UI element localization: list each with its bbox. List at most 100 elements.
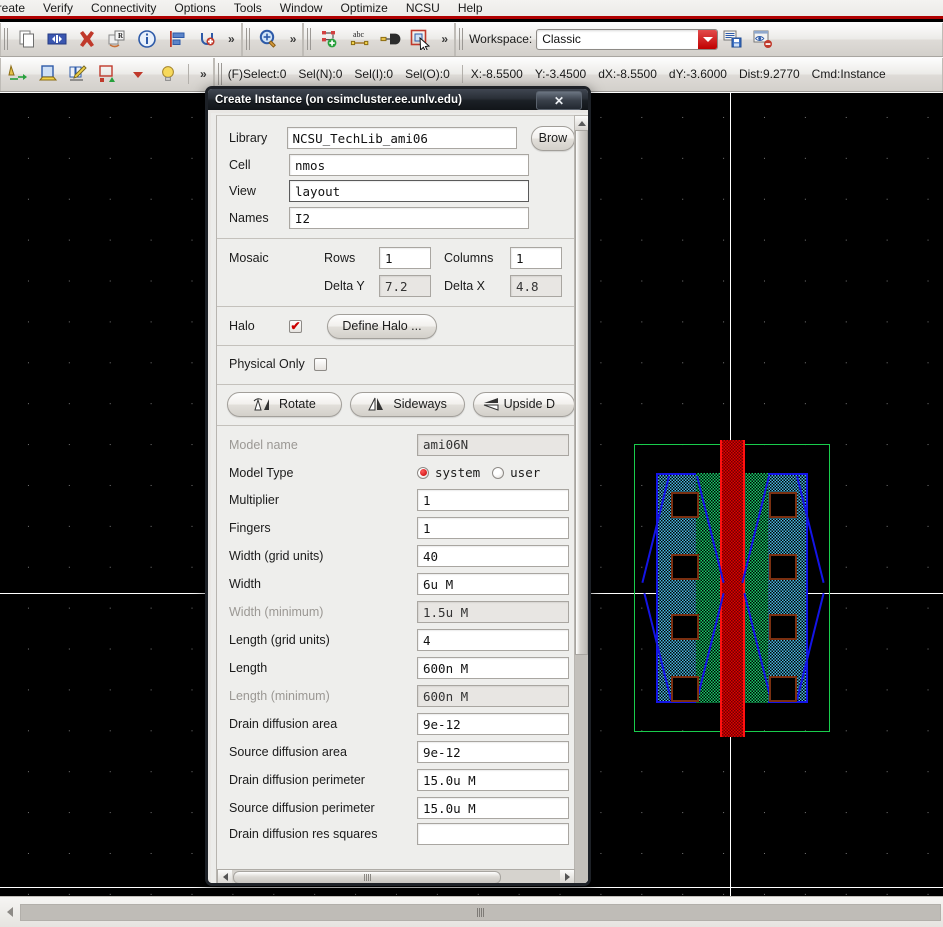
canvas-scroll-thumb[interactable] (20, 903, 941, 921)
contact-cut[interactable] (769, 614, 797, 640)
toolbar-overflow-2[interactable]: » (284, 32, 301, 46)
source-diff-perim-input[interactable]: 15.0u M (417, 797, 569, 819)
source-diff-area-input[interactable]: 9e-12 (417, 741, 569, 763)
close-icon[interactable]: ✕ (536, 91, 582, 110)
dialog-horizontal-scrollbar[interactable] (217, 869, 575, 883)
measure-icon[interactable] (65, 61, 91, 87)
rotate-button[interactable]: Rotate (227, 391, 342, 417)
menu-item-create[interactable]: Create (0, 1, 34, 15)
vertical-scroll-trough[interactable] (575, 655, 588, 883)
sideways-button[interactable]: Sideways (349, 391, 465, 417)
fingers-input[interactable]: 1 (417, 517, 569, 539)
create-pin-icon[interactable] (317, 26, 343, 52)
lightbulb-icon[interactable] (155, 61, 181, 87)
length-input[interactable]: 600n M (417, 657, 569, 679)
width-min-input[interactable]: 1.5u M (417, 601, 569, 623)
toolbar-grip[interactable] (307, 28, 314, 50)
chevron-down-icon[interactable] (698, 29, 718, 49)
menu-item-ncsu[interactable]: NCSU (397, 1, 449, 15)
length-min-input[interactable]: 600n M (417, 685, 569, 707)
physical-only-checkbox[interactable] (313, 357, 327, 371)
upside-down-button[interactable]: Upside D (472, 391, 575, 417)
menu-item-options[interactable]: Options (165, 1, 224, 15)
multiplier-input[interactable]: 1 (417, 489, 569, 511)
zoom-icon[interactable] (256, 26, 282, 52)
create-path-icon[interactable] (377, 26, 403, 52)
model-type-system-label: system (435, 465, 481, 480)
width-input[interactable]: 6u M (417, 573, 569, 595)
model-type-user-radio[interactable] (492, 466, 505, 479)
model-name-input[interactable]: ami06N (417, 433, 569, 456)
toolbar-grip[interactable] (459, 28, 466, 50)
halo-checkbox[interactable]: ✔ (289, 319, 302, 333)
poly-gate-shape[interactable] (720, 440, 745, 737)
toolbar-grip[interactable] (245, 28, 252, 50)
view-input[interactable]: layout (289, 180, 529, 202)
toolbar-workspace-group: Workspace: Classic (455, 22, 943, 56)
model-type-row: Model Type system user (217, 459, 575, 486)
define-halo-button[interactable]: Define Halo ... (327, 313, 437, 339)
drain-res-squares-input[interactable] (417, 823, 569, 845)
width-grid-input[interactable]: 40 (417, 545, 569, 567)
contact-cut[interactable] (671, 676, 699, 702)
menu-item-window[interactable]: Window (271, 1, 332, 15)
menu-item-connectivity[interactable]: Connectivity (82, 1, 165, 15)
vertical-scroll-thumb[interactable] (575, 130, 588, 655)
drain-res-squares-label: Drain diffusion res squares (229, 827, 378, 841)
menu-item-verify[interactable]: Verify (34, 1, 82, 15)
select-instance-icon[interactable] (407, 26, 433, 52)
dropdown-arrow-icon[interactable] (125, 61, 151, 87)
contact-cut[interactable] (769, 676, 797, 702)
contact-cut[interactable] (671, 492, 699, 518)
delta-y-input[interactable]: 7.2 (379, 275, 431, 297)
scroll-right-icon[interactable] (560, 870, 574, 883)
toolbar-overflow-1[interactable]: » (222, 32, 239, 46)
columns-input[interactable]: 1 (510, 247, 562, 269)
drain-diff-area-input[interactable]: 9e-12 (417, 713, 569, 735)
delta-x-input[interactable]: 4.8 (510, 275, 562, 297)
status-dx: dX:-8.5500 (598, 67, 657, 81)
scroll-left-icon[interactable] (2, 904, 18, 920)
shapes-icon[interactable] (95, 61, 121, 87)
toolbar-grip[interactable] (217, 63, 224, 85)
delete-workspace-icon[interactable] (750, 26, 776, 52)
drain-diff-perim-input[interactable]: 15.0u M (417, 769, 569, 791)
copy-icon[interactable] (14, 26, 40, 52)
menu-item-help[interactable]: Help (449, 1, 492, 15)
replace-icon[interactable]: R (104, 26, 130, 52)
contact-cut[interactable] (769, 554, 797, 580)
undo-icon[interactable] (194, 26, 220, 52)
save-workspace-icon[interactable] (720, 26, 746, 52)
library-input[interactable]: NCSU_TechLib_ami06 (286, 127, 517, 149)
status-fselect: (F)Select:0 (227, 67, 287, 81)
workspace-select[interactable]: Classic (536, 28, 719, 50)
delete-icon[interactable] (74, 26, 100, 52)
contact-cut[interactable] (769, 492, 797, 518)
cell-input[interactable]: nmos (289, 154, 529, 176)
model-name-row: Model name ami06N (217, 430, 575, 459)
names-input[interactable]: I2 (289, 207, 529, 229)
palette-icon[interactable] (35, 61, 61, 87)
scroll-left-icon[interactable] (218, 870, 232, 883)
create-label-icon[interactable]: abc (347, 26, 373, 52)
toolbar-overflow-4[interactable]: » (194, 67, 211, 81)
contact-cut[interactable] (671, 614, 699, 640)
menu-item-optimize[interactable]: Optimize (331, 1, 396, 15)
rows-input[interactable]: 1 (379, 247, 431, 269)
align-icon[interactable] (164, 26, 190, 52)
model-type-system-radio[interactable] (417, 466, 429, 479)
properties-icon[interactable] (134, 26, 160, 52)
canvas-horizontal-scrollbar[interactable] (0, 896, 943, 927)
toolbar-grip[interactable] (4, 28, 10, 50)
length-grid-input[interactable]: 4 (417, 629, 569, 651)
menu-item-tools[interactable]: Tools (225, 1, 271, 15)
dialog-vertical-scrollbar[interactable] (574, 115, 588, 883)
toolbar-overflow-3[interactable]: » (435, 32, 452, 46)
contact-cut[interactable] (671, 554, 699, 580)
browse-button[interactable]: Brow (530, 125, 575, 151)
horizontal-scroll-thumb[interactable] (233, 870, 501, 883)
dialog-title-bar[interactable]: Create Instance (on csimcluster.ee.unlv.… (208, 89, 588, 110)
scroll-up-icon[interactable] (575, 116, 588, 131)
layer-ruler-icon[interactable] (5, 61, 31, 87)
stretch-icon[interactable] (44, 26, 70, 52)
